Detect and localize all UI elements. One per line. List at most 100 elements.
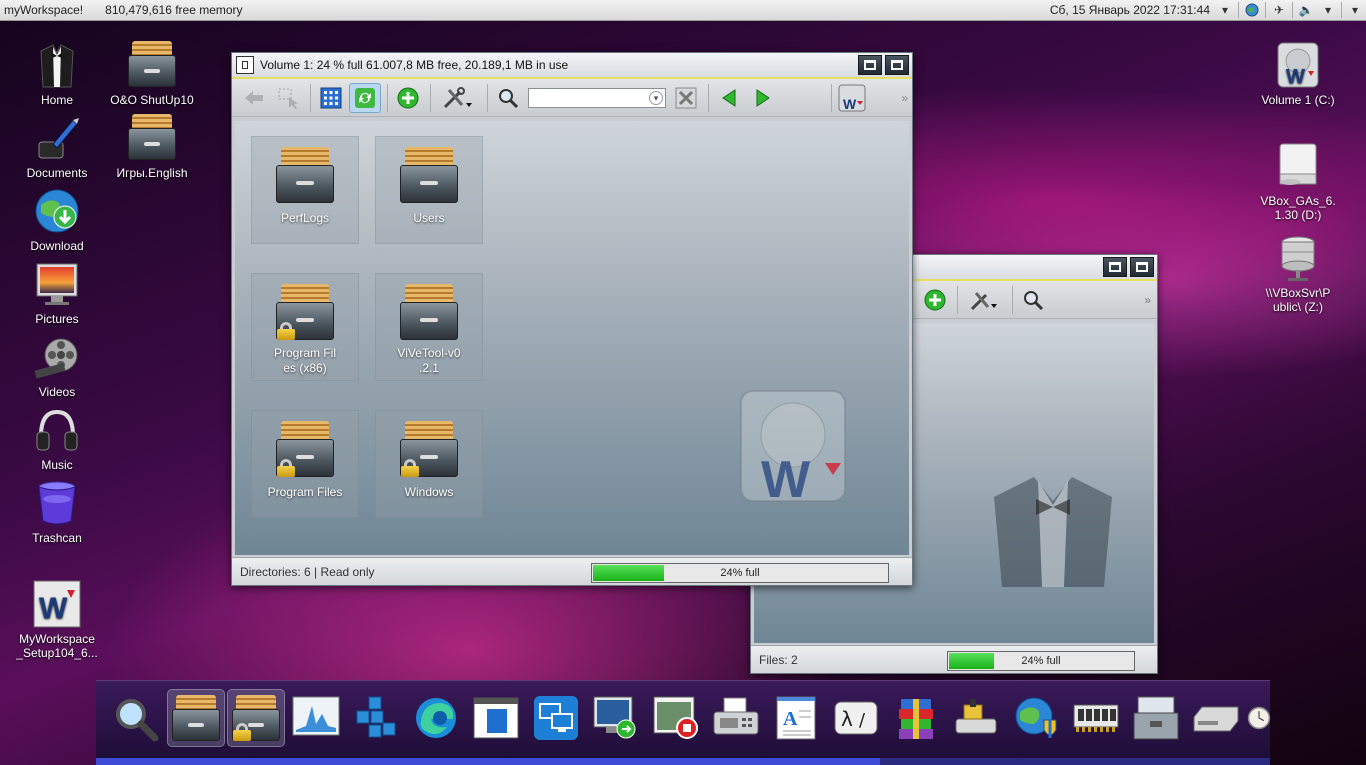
desktop-icon-oo-shutup[interactable]: O&O ShutUp10 bbox=[104, 41, 200, 107]
dock-drive-tool[interactable] bbox=[947, 689, 1005, 747]
desktop-icon-vboxsvr-public[interactable]: \\VBoxSvr\P ublic\ (Z:) bbox=[1250, 206, 1346, 328]
main-file-window[interactable]: Volume 1: 24 % full 61.007,8 MB free, 20… bbox=[231, 52, 913, 586]
grid-view-icon[interactable] bbox=[315, 83, 347, 113]
remote-desktop-icon bbox=[534, 696, 578, 740]
divider bbox=[430, 83, 431, 112]
arrow-left-icon[interactable] bbox=[713, 83, 745, 113]
dock-edge[interactable] bbox=[407, 689, 465, 747]
tuxedo-watermark-icon bbox=[994, 477, 1112, 587]
hard-drive-icon: W bbox=[1274, 41, 1322, 89]
file-cabinet-icon bbox=[276, 284, 334, 340]
search-icon[interactable] bbox=[1017, 285, 1049, 315]
desktop-icon-games-english[interactable]: Игры.English bbox=[104, 114, 200, 180]
dropdown-icon[interactable]: ▾ bbox=[1216, 2, 1234, 18]
clock[interactable]: Сб, 15 Январь 2022 17:31:44 bbox=[1050, 3, 1210, 17]
desktop-icon-label: Videos bbox=[38, 385, 76, 399]
network-drive-icon bbox=[1274, 220, 1322, 281]
file-cabinet-icon bbox=[400, 147, 458, 203]
airplane-icon[interactable]: ✈ bbox=[1270, 2, 1288, 18]
file-cabinet-icon bbox=[172, 695, 220, 741]
refresh-icon[interactable] bbox=[349, 82, 381, 113]
folder-perflogs[interactable]: PerfLogs bbox=[251, 136, 359, 244]
tools-icon[interactable] bbox=[962, 285, 1006, 315]
desktop-icon-documents[interactable]: Documents bbox=[9, 114, 105, 180]
desktop-icon-videos[interactable]: Videos bbox=[9, 333, 105, 399]
clear-search-icon[interactable] bbox=[670, 83, 702, 113]
external-drive-icon bbox=[1193, 706, 1239, 732]
dock-lambda-calculator[interactable]: λ / bbox=[827, 689, 885, 747]
maximize-button[interactable] bbox=[858, 55, 882, 75]
magnifier-icon bbox=[116, 699, 159, 742]
dock-network-shield[interactable] bbox=[1007, 689, 1065, 747]
divider bbox=[1265, 2, 1266, 18]
globe-icon[interactable] bbox=[1243, 2, 1261, 18]
file-cabinet-icon bbox=[276, 421, 334, 477]
back-window-maximize-button[interactable] bbox=[1103, 257, 1127, 277]
search-icon[interactable] bbox=[492, 83, 524, 113]
remote-monitor-icon bbox=[593, 696, 636, 739]
arrow-right-icon[interactable] bbox=[747, 83, 779, 113]
dock: A λ / bbox=[96, 680, 1271, 765]
dropdown-icon[interactable]: ▾ bbox=[1319, 2, 1337, 18]
app-name[interactable]: myWorkspace! bbox=[4, 3, 83, 17]
hard-drive-watermark-icon: W bbox=[740, 390, 846, 509]
file-cabinet-icon bbox=[276, 147, 334, 203]
dock-file-manager[interactable] bbox=[167, 689, 225, 747]
dock-packages[interactable] bbox=[347, 689, 405, 747]
file-cabinet-icon bbox=[400, 421, 458, 477]
desktop-icon-home[interactable]: Home bbox=[9, 41, 105, 107]
dock-screen-recorder[interactable] bbox=[647, 689, 705, 747]
dock-text-document[interactable]: A bbox=[767, 689, 825, 747]
folder-program-files[interactable]: Program Files bbox=[251, 410, 359, 518]
dock-remote-desktop[interactable] bbox=[527, 689, 585, 747]
desktop-icon-trashcan[interactable]: Trashcan bbox=[9, 479, 105, 545]
folder-label: Program Fil es (x86) bbox=[273, 346, 336, 375]
tools-icon[interactable] bbox=[435, 83, 481, 113]
main-window-content[interactable]: W PerfLogs Users Program Fil es (x86) Vi… bbox=[235, 121, 909, 555]
search-input[interactable]: ▾ bbox=[528, 87, 666, 108]
dock-toolbox[interactable] bbox=[1127, 689, 1185, 747]
folder-windows[interactable]: Windows bbox=[375, 410, 483, 518]
main-window-titlebar[interactable]: Volume 1: 24 % full 61.007,8 MB free, 20… bbox=[232, 53, 912, 79]
dock-archive[interactable] bbox=[887, 689, 945, 747]
folder-users[interactable]: Users bbox=[375, 136, 483, 244]
dock-memory[interactable] bbox=[1067, 689, 1125, 747]
desktop-icon-label: Volume 1 (C:) bbox=[1261, 93, 1335, 107]
dock-activity-monitor[interactable] bbox=[287, 689, 345, 747]
desktop-icon-download[interactable]: Download bbox=[9, 187, 105, 253]
back-arrow-icon[interactable] bbox=[238, 83, 270, 113]
dock-clock[interactable] bbox=[1247, 689, 1271, 747]
window-menu-button[interactable] bbox=[236, 56, 254, 74]
back-window-restore-button[interactable] bbox=[1130, 257, 1154, 277]
desktop-icon-label: Trashcan bbox=[32, 531, 82, 545]
add-icon[interactable] bbox=[919, 285, 951, 315]
dock-magnifier[interactable] bbox=[106, 689, 164, 747]
dock-external-drive[interactable] bbox=[1187, 689, 1245, 747]
chevron-down-icon[interactable]: ▾ bbox=[649, 90, 663, 105]
volume-icon[interactable]: 🔈 bbox=[1297, 2, 1315, 18]
memory-chip-icon bbox=[1073, 704, 1119, 732]
desktop-icon-myworkspace-setup[interactable]: W MyWorkspace _Setup104_6... bbox=[9, 552, 105, 674]
toolbar-overflow-icon[interactable]: » bbox=[1144, 293, 1151, 307]
desktop-icon-pictures[interactable]: Pictures bbox=[9, 260, 105, 326]
dock-window-panel[interactable] bbox=[467, 689, 525, 747]
desktop-icon-volume-c[interactable]: W Volume 1 (C:) bbox=[1250, 41, 1346, 107]
volume-drive-icon[interactable]: W bbox=[836, 83, 868, 113]
ink-pen-icon bbox=[33, 114, 81, 162]
folder-label: Windows bbox=[404, 485, 454, 499]
dropdown-icon[interactable]: ▾ bbox=[1346, 2, 1364, 18]
trashcan-icon bbox=[33, 479, 81, 527]
add-icon[interactable] bbox=[392, 83, 424, 113]
dock-fax[interactable] bbox=[707, 689, 765, 747]
select-pointer-icon[interactable] bbox=[272, 83, 304, 113]
dock-file-manager-locked[interactable] bbox=[227, 689, 285, 747]
dock-remote-monitor[interactable] bbox=[587, 689, 645, 747]
desktop-icon-music[interactable]: Music bbox=[9, 406, 105, 472]
folder-program-files-x86[interactable]: Program Fil es (x86) bbox=[251, 273, 359, 381]
restore-button[interactable] bbox=[885, 55, 909, 75]
folder-label: ViVeTool-v0 .2.1 bbox=[397, 346, 461, 375]
toolbar-overflow-icon[interactable]: » bbox=[901, 91, 908, 105]
folder-vivetool[interactable]: ViVeTool-v0 .2.1 bbox=[375, 273, 483, 381]
activity-monitor-icon bbox=[292, 696, 340, 736]
desktop-icon-label: Documents bbox=[26, 166, 88, 180]
